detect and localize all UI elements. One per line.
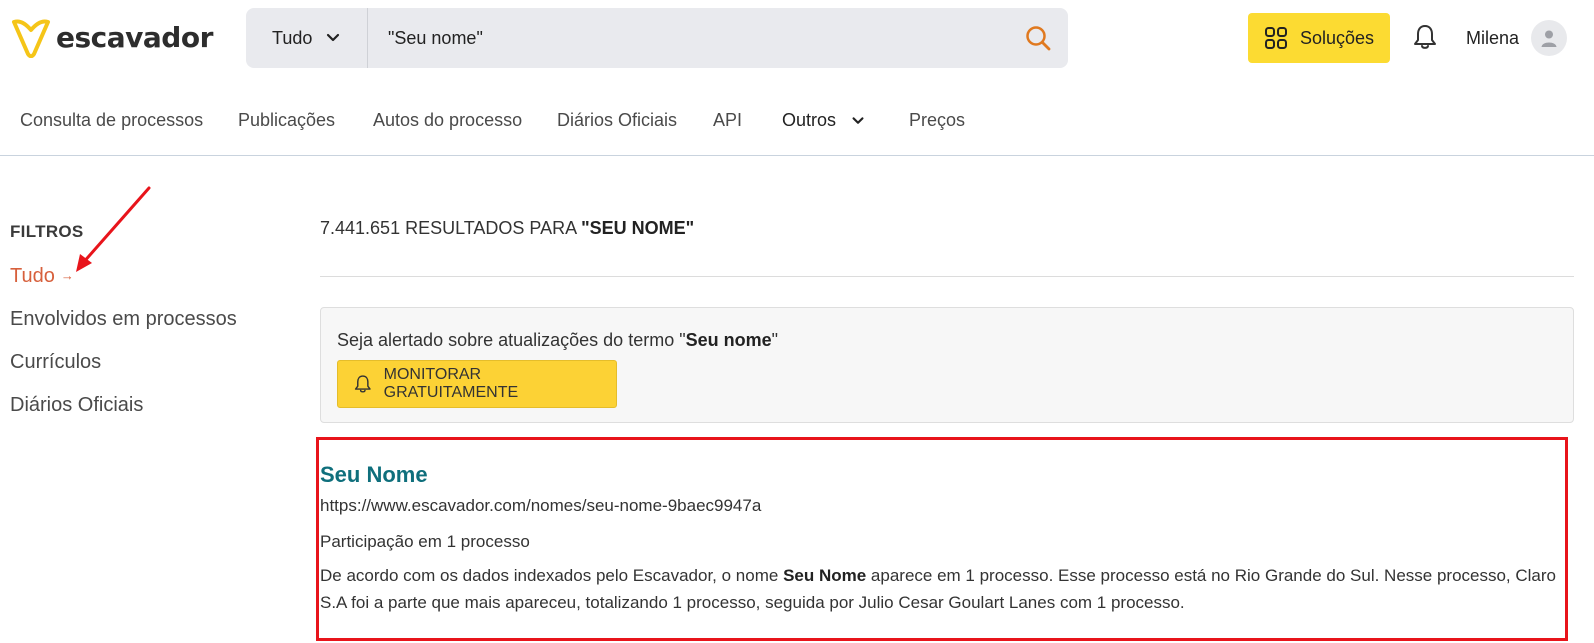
nav-item-label: Preços bbox=[909, 110, 966, 130]
result-title-link[interactable]: Seu Nome bbox=[320, 462, 428, 488]
nav-item-outros[interactable]: Outros bbox=[782, 110, 866, 131]
alert-term: Seu nome bbox=[685, 330, 772, 350]
chevron-down-icon bbox=[327, 33, 340, 42]
main-nav: Consulta de processos Publicações Autos … bbox=[0, 96, 1594, 156]
user-menu[interactable]: Milena bbox=[1466, 20, 1568, 56]
filter-diarios-oficiais[interactable]: Diários Oficiais bbox=[10, 394, 143, 417]
nav-item-label: Publicações bbox=[238, 110, 336, 130]
avatar bbox=[1531, 20, 1568, 56]
annotation-arrow bbox=[76, 186, 151, 272]
solucoes-label: Soluções bbox=[1299, 27, 1375, 48]
search-category-select[interactable]: Tudo bbox=[246, 8, 368, 68]
header: escavador Tudo Soluções Milena bbox=[0, 0, 1594, 76]
result-desc-part1: De acordo com os dados indexados pelo Es… bbox=[320, 566, 784, 585]
nav-item-diarios-oficiais[interactable]: Diários Oficiais bbox=[557, 110, 677, 131]
search-button[interactable] bbox=[1008, 8, 1068, 68]
divider bbox=[320, 276, 1574, 277]
filter-label: Envolvidos em processos bbox=[10, 308, 237, 330]
nav-item-label: Autos do processo bbox=[373, 110, 523, 130]
monitor-button-label: MONITORAR GRATUITAMENTE bbox=[383, 366, 519, 401]
nav-item-api[interactable]: API bbox=[713, 110, 742, 131]
nav-item-precos[interactable]: Preços bbox=[909, 110, 965, 131]
nav-item-autos-processo[interactable]: Autos do processo bbox=[373, 110, 522, 131]
alert-box: Seja alertado sobre atualizações do term… bbox=[320, 307, 1574, 423]
nav-item-label: API bbox=[713, 110, 743, 130]
alert-text-suffix: " bbox=[771, 330, 779, 350]
result-description: De acordo com os dados indexados pelo Es… bbox=[320, 562, 1560, 616]
search-input[interactable] bbox=[368, 8, 1008, 68]
search-category-label: Tudo bbox=[272, 27, 313, 48]
results-count: 7.441.651 RESULTADOS PARA "SEU NOME" bbox=[320, 218, 694, 239]
alert-text-prefix: Seja alertado sobre atualizações do term… bbox=[337, 330, 686, 350]
logo-icon bbox=[12, 19, 50, 58]
solucoes-button[interactable]: Soluções bbox=[1248, 13, 1390, 63]
nav-item-consulta-processos[interactable]: Consulta de processos bbox=[20, 110, 203, 131]
nav-item-label: Diários Oficiais bbox=[557, 110, 678, 130]
alert-text: Seja alertado sobre atualizações do term… bbox=[337, 330, 778, 351]
filter-tudo[interactable]: Tudo → bbox=[10, 265, 74, 288]
escavador-logo[interactable]: escavador bbox=[10, 16, 213, 58]
results-count-prefix: 7.441.651 RESULTADOS PARA bbox=[320, 218, 582, 238]
search-bar: Tudo bbox=[246, 8, 1068, 68]
filter-label: Diários Oficiais bbox=[10, 394, 144, 416]
nav-item-publicacoes[interactable]: Publicações bbox=[238, 110, 335, 131]
nav-item-label: Consulta de processos bbox=[20, 110, 204, 130]
result-subtitle: Participação em 1 processo bbox=[320, 532, 530, 551]
grid-icon bbox=[1264, 27, 1287, 49]
results-count-term: "SEU NOME" bbox=[581, 218, 695, 238]
user-icon bbox=[1541, 30, 1557, 47]
result-url: https://www.escavador.com/nomes/seu-nome… bbox=[320, 496, 762, 515]
logo-text: escavador bbox=[56, 20, 213, 54]
chevron-down-icon bbox=[852, 116, 864, 124]
filter-label: Currículos bbox=[10, 351, 102, 373]
monitor-button[interactable]: MONITORAR GRATUITAMENTE bbox=[337, 360, 617, 408]
user-name: Milena bbox=[1466, 27, 1520, 48]
filter-curriculos[interactable]: Currículos bbox=[10, 351, 101, 374]
search-icon bbox=[1026, 26, 1051, 51]
bell-icon bbox=[354, 375, 371, 393]
nav-item-label: Outros bbox=[782, 110, 837, 130]
filter-envolvidos[interactable]: Envolvidos em processos bbox=[10, 308, 237, 331]
filter-label: Tudo bbox=[10, 265, 55, 287]
result-desc-bold: Seu Nome bbox=[783, 566, 867, 585]
notification-bell-icon[interactable] bbox=[1410, 22, 1440, 52]
